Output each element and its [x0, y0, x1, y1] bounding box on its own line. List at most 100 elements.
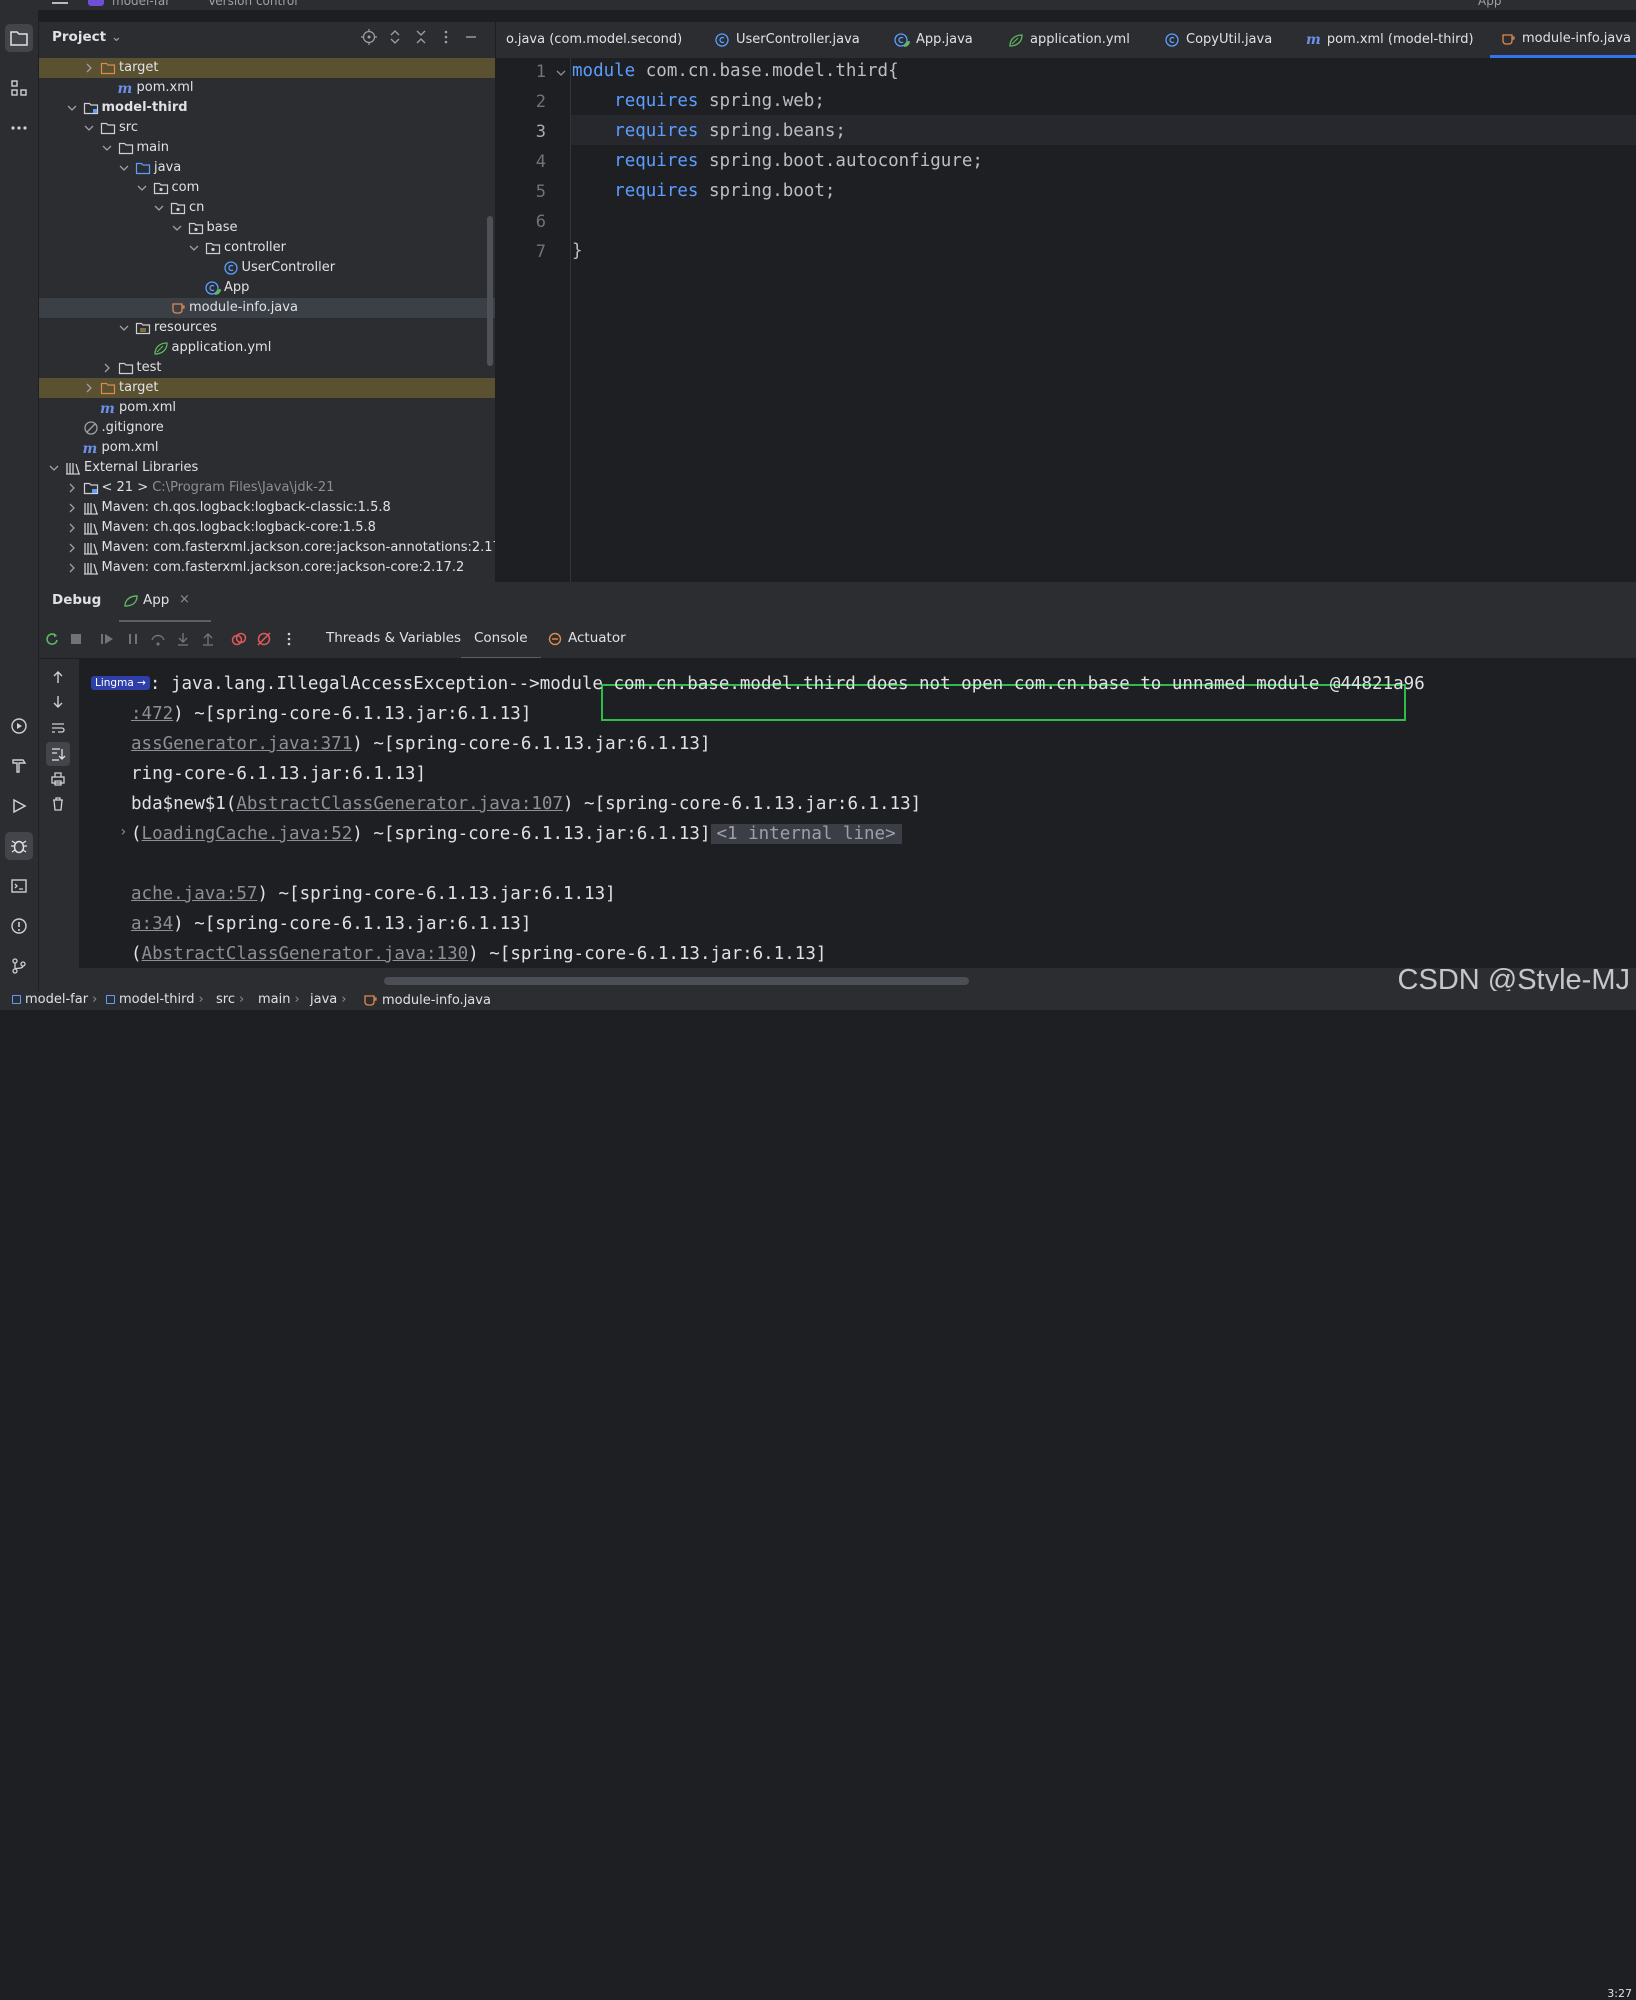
- tree-node[interactable]: target: [39, 378, 495, 398]
- tree-node[interactable]: < 21 > C:\Program Files\Java\jdk-21: [39, 478, 495, 498]
- editor-tab[interactable]: UserController.java: [704, 22, 874, 58]
- pause-icon[interactable]: [125, 631, 141, 647]
- chevron-down-icon[interactable]: [49, 462, 59, 474]
- structure-tool-icon[interactable]: [5, 74, 33, 102]
- chevron-down-icon[interactable]: [119, 162, 129, 174]
- stack-trace-link[interactable]: ache.java:57: [131, 884, 257, 904]
- breadcrumb-item[interactable]: model-far ›: [12, 992, 97, 1007]
- resume-icon[interactable]: [99, 631, 115, 647]
- rerun-icon[interactable]: [44, 631, 60, 647]
- code-editor[interactable]: 1234567 module com.cn.base.model.third{ …: [496, 58, 1636, 582]
- vcs-widget[interactable]: Version control: [208, 0, 298, 8]
- close-session-icon[interactable]: ×: [179, 592, 190, 607]
- chevron-down-icon[interactable]: [84, 122, 94, 134]
- problems-tool-icon[interactable]: [5, 912, 33, 940]
- tree-node[interactable]: target: [39, 58, 495, 78]
- breadcrumb-item[interactable]: main ›: [258, 992, 300, 1007]
- locate-file-icon[interactable]: [361, 29, 377, 45]
- tab-threads-variables[interactable]: Threads & Variables: [326, 620, 461, 657]
- stop-icon[interactable]: [68, 631, 84, 647]
- breadcrumb-item[interactable]: module-info.java: [362, 992, 491, 1008]
- editor-tab[interactable]: module-info.java (c: [1490, 22, 1636, 58]
- step-out-icon[interactable]: [200, 631, 216, 647]
- chevron-right-icon[interactable]: [84, 62, 94, 74]
- build-tool-icon[interactable]: [5, 752, 33, 780]
- scroll-up-icon[interactable]: [50, 669, 66, 685]
- chevron-right-icon[interactable]: [102, 362, 112, 374]
- editor-tab[interactable]: App.java: [884, 22, 987, 58]
- chevron-right-icon[interactable]: [67, 522, 77, 534]
- debug-tool-icon[interactable]: [5, 832, 33, 860]
- step-into-icon[interactable]: [175, 631, 191, 647]
- stack-trace-link[interactable]: LoadingCache.java:52: [142, 824, 353, 844]
- chevron-right-icon[interactable]: [67, 482, 77, 494]
- stack-trace-link[interactable]: AbstractClassGenerator.java:107: [236, 794, 563, 814]
- lingma-badge[interactable]: Lingma →: [91, 676, 150, 690]
- print-icon[interactable]: [50, 771, 66, 787]
- main-menu-icon[interactable]: [52, 2, 68, 4]
- tree-node[interactable]: External Libraries: [39, 458, 495, 478]
- tree-node[interactable]: Maven: ch.qos.logback:logback-core:1.5.8: [39, 518, 495, 538]
- project-name[interactable]: model-far: [112, 0, 170, 8]
- chevron-right-icon[interactable]: [67, 562, 77, 574]
- stack-trace-link[interactable]: assGenerator.java:371: [131, 734, 352, 754]
- mute-breakpoints-icon[interactable]: [256, 631, 272, 647]
- step-over-icon[interactable]: [150, 631, 166, 647]
- tree-node[interactable]: java: [39, 158, 495, 178]
- view-breakpoints-icon[interactable]: [231, 631, 247, 647]
- editor-tab[interactable]: CopyUtil.java: [1154, 22, 1286, 58]
- tree-node[interactable]: application.yml: [39, 338, 495, 358]
- chevron-down-icon[interactable]: [154, 202, 164, 214]
- scroll-to-end-toggle[interactable]: [46, 742, 70, 766]
- tree-node[interactable]: m pom.xml: [39, 398, 495, 418]
- more-actions-icon[interactable]: [281, 631, 297, 647]
- tree-node[interactable]: test: [39, 358, 495, 378]
- breadcrumb-item[interactable]: java ›: [310, 992, 346, 1007]
- tree-node[interactable]: UserController: [39, 258, 495, 278]
- clear-console-icon[interactable]: [50, 796, 66, 812]
- folded-internal-lines[interactable]: <1 internal line>: [710, 824, 902, 844]
- tree-node[interactable]: src: [39, 118, 495, 138]
- fold-expand-icon[interactable]: ›: [119, 824, 127, 840]
- tree-node[interactable]: module-info.java: [39, 298, 495, 318]
- breadcrumb-item[interactable]: model-third ›: [106, 992, 204, 1007]
- chevron-down-icon[interactable]: [172, 222, 182, 234]
- chevron-right-icon[interactable]: [67, 502, 77, 514]
- options-menu-icon[interactable]: [438, 29, 454, 45]
- fold-chevron-icon[interactable]: [556, 68, 566, 78]
- tree-node[interactable]: base: [39, 218, 495, 238]
- editor-tab[interactable]: application.yml: [998, 22, 1144, 58]
- chevron-down-icon[interactable]: [67, 102, 77, 114]
- tree-node[interactable]: cn: [39, 198, 495, 218]
- console-output[interactable]: Lingma →: java.lang.IllegalAccessExcepti…: [79, 658, 1636, 968]
- soft-wrap-icon[interactable]: [50, 720, 66, 736]
- tree-node[interactable]: resources: [39, 318, 495, 338]
- tree-node[interactable]: main: [39, 138, 495, 158]
- editor-tab[interactable]: o.java (com.model.second): [496, 22, 696, 58]
- tab-actuator[interactable]: Actuator: [568, 620, 626, 657]
- tree-node[interactable]: com: [39, 178, 495, 198]
- collapse-all-icon[interactable]: [413, 29, 429, 45]
- console-horizontal-scrollbar[interactable]: [384, 977, 969, 985]
- tree-node[interactable]: App: [39, 278, 495, 298]
- more-tools-icon[interactable]: [5, 114, 33, 142]
- chevron-down-icon[interactable]: [189, 242, 199, 254]
- project-view-selector[interactable]: Project ⌄: [52, 29, 122, 45]
- chevron-down-icon[interactable]: [137, 182, 147, 194]
- scroll-down-icon[interactable]: [50, 694, 66, 710]
- tree-node[interactable]: controller: [39, 238, 495, 258]
- services-tool-icon[interactable]: [5, 712, 33, 740]
- debug-session-tab[interactable]: App ×: [119, 582, 211, 622]
- chevron-down-icon[interactable]: [102, 142, 112, 154]
- editor-tab[interactable]: m pom.xml (model-third): [1296, 22, 1488, 58]
- stack-trace-link[interactable]: AbstractClassGenerator.java:130: [142, 944, 469, 964]
- tree-node[interactable]: Maven: com.fasterxml.jackson.core:jackso…: [39, 558, 495, 578]
- stack-trace-link[interactable]: a:34: [131, 914, 173, 934]
- hide-panel-icon[interactable]: [463, 29, 479, 45]
- tree-node[interactable]: Maven: ch.qos.logback:logback-classic:1.…: [39, 498, 495, 518]
- stack-trace-link[interactable]: :472: [131, 704, 173, 724]
- project-tool-icon[interactable]: [5, 24, 33, 52]
- tree-node[interactable]: Maven: com.fasterxml.jackson.core:jackso…: [39, 538, 495, 558]
- tree-node[interactable]: m pom.xml: [39, 438, 495, 458]
- breadcrumb-item[interactable]: src ›: [216, 992, 244, 1007]
